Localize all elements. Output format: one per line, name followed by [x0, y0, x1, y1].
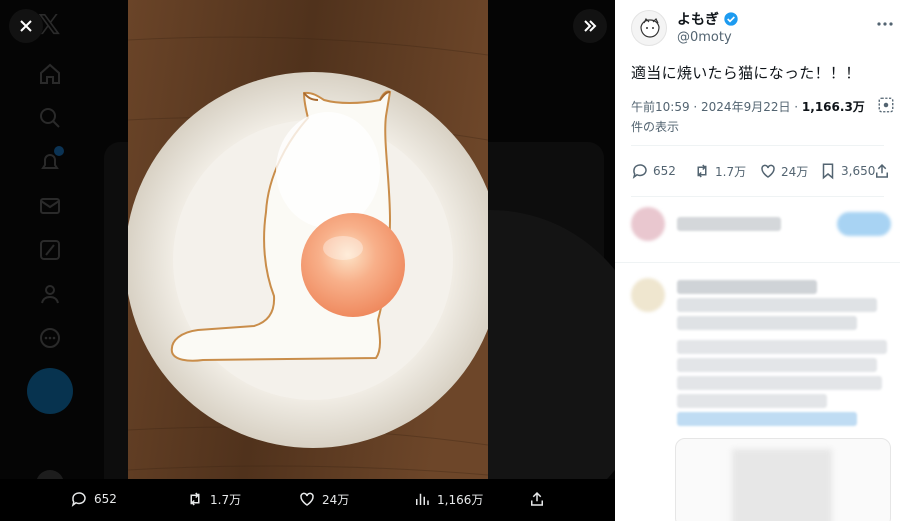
views-button[interactable]: 1,166万: [413, 490, 483, 508]
repost-button[interactable]: 1.7万: [186, 490, 241, 508]
reply-composer-placeholder[interactable]: [677, 217, 781, 231]
reply-composer-avatar: [631, 207, 665, 241]
compose-button: [27, 368, 73, 414]
repost-button[interactable]: 1.7万: [693, 162, 746, 180]
reply-author-name: [677, 280, 817, 294]
reply-button[interactable]: 652: [70, 490, 117, 508]
notification-badge: [54, 146, 64, 156]
reply-text-line: [677, 298, 877, 312]
author-name[interactable]: よもぎ: [677, 9, 739, 29]
close-icon: [20, 20, 32, 32]
repost-count: 1.7万: [715, 164, 747, 179]
divider: [615, 262, 900, 263]
reply-text-line: [677, 340, 887, 354]
profile-icon: [41, 285, 59, 304]
post-metadata: 午前10:59 · 2024年9月22日 · 1,166.3万: [631, 98, 865, 115]
background-sidebar-nav: [24, 0, 76, 521]
heart-icon: [761, 164, 775, 178]
like-count: 24万: [322, 492, 350, 507]
bookmark-button[interactable]: 3,650: [819, 162, 875, 180]
view-count: 1,166万: [437, 492, 484, 507]
repost-icon: [190, 492, 200, 506]
reply-text-line: [677, 394, 827, 408]
share-button[interactable]: [873, 162, 891, 180]
reply-text-line: [677, 376, 882, 390]
more-circle-icon: [40, 328, 60, 348]
reply-media-card[interactable]: [675, 438, 891, 521]
reply-icon: [71, 492, 86, 507]
reply-author-avatar: [631, 278, 665, 312]
post-photo: [128, 0, 488, 479]
chevron-double-right-icon: [584, 20, 597, 32]
reply-count: 652: [653, 164, 676, 178]
media-action-bar: 652 1.7万 24万 1,166万: [0, 479, 615, 521]
view-count-suffix: 件の表示: [631, 120, 680, 134]
author-avatar[interactable]: [631, 10, 667, 46]
share-button[interactable]: [528, 490, 546, 508]
share-icon: [876, 163, 888, 178]
bookmark-count: 3,650: [841, 164, 876, 178]
post-detail-panel: よもぎ @0moty 適当に焼いたら猫になった！！！ 午前10:59 · 202…: [615, 0, 900, 521]
reply-text-line: [677, 316, 857, 330]
reply-link-text[interactable]: [677, 412, 857, 426]
expand-panel-button[interactable]: [573, 9, 607, 43]
reply-text-line: [677, 358, 877, 372]
divider: [631, 196, 884, 197]
avatar-image: [640, 17, 660, 38]
search-icon: [40, 108, 60, 128]
share-icon: [531, 491, 543, 506]
fried-egg-cat-image: [128, 0, 488, 479]
heart-icon: [300, 492, 314, 506]
reply-icon: [632, 164, 647, 179]
home-icon: [40, 63, 60, 84]
post-action-row: 652 1.7万 24万 3,650: [631, 160, 893, 184]
repost-icon: [697, 164, 707, 178]
mail-icon: [40, 198, 60, 214]
close-viewer-button[interactable]: [9, 9, 43, 43]
post-text: 適当に焼いたら猫になった！！！: [631, 64, 861, 82]
grok-explain-icon[interactable]: [877, 96, 895, 114]
divider: [631, 145, 884, 146]
more-options-button[interactable]: [877, 12, 893, 31]
reply-count: 652: [94, 492, 117, 506]
post-timestamp[interactable]: 午前10:59 · 2024年9月22日 ·: [631, 100, 802, 114]
like-button[interactable]: 24万: [298, 490, 349, 508]
more-horizontal-icon: [877, 22, 893, 26]
post-view-count: 1,166.3万: [801, 100, 865, 114]
grok-icon: [40, 240, 60, 260]
like-button[interactable]: 24万: [759, 162, 808, 180]
author-display-name: よもぎ: [677, 12, 719, 28]
like-count: 24万: [781, 164, 809, 179]
reply-button[interactable]: 652: [631, 162, 676, 180]
analytics-icon: [416, 493, 429, 505]
reply-media-thumbnail: [732, 449, 832, 521]
bookmark-icon: [822, 163, 834, 180]
author-handle[interactable]: @0moty: [677, 30, 732, 45]
verified-badge-icon: [724, 12, 738, 26]
reply-submit-button[interactable]: [837, 212, 891, 236]
repost-count: 1.7万: [210, 492, 242, 507]
